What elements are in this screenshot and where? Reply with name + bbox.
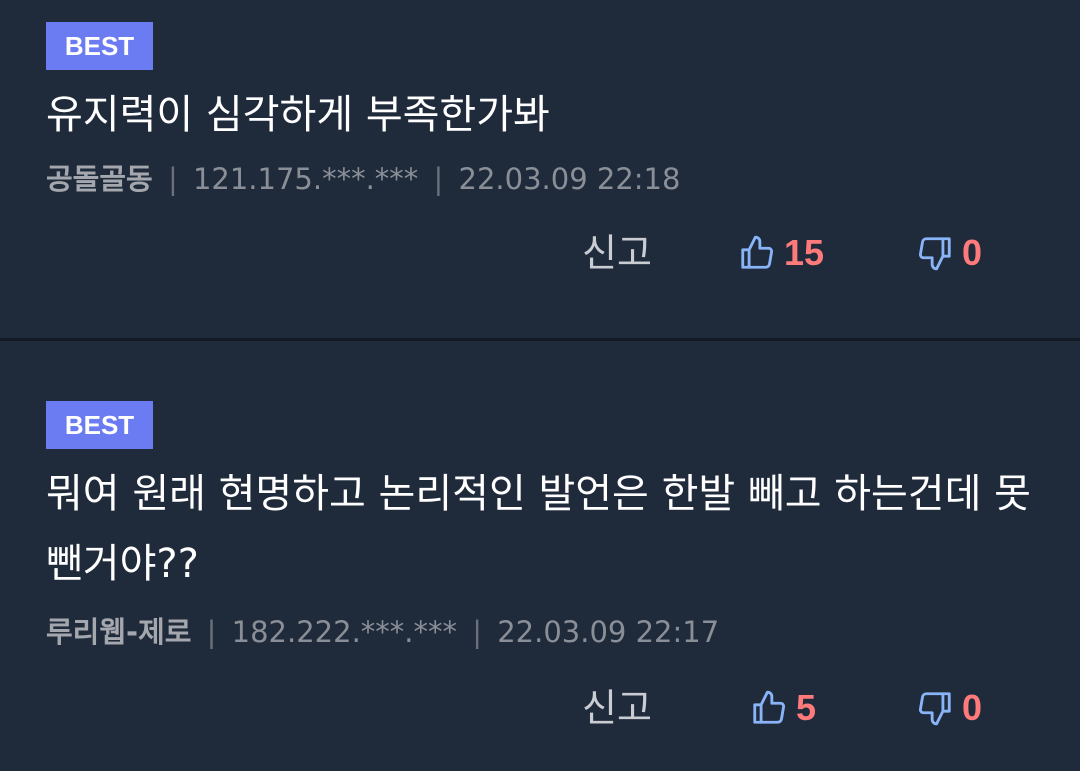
comment-item: BEST 뭐여 원래 현명하고 논리적인 발언은 한발 빼고 하는건데 못뺀거야… bbox=[0, 341, 1080, 771]
thumbs-up-icon bbox=[753, 690, 786, 724]
comment-ip: 121.175.***.*** bbox=[192, 162, 419, 196]
best-badge: BEST bbox=[46, 401, 153, 449]
meta-separator: | bbox=[472, 615, 483, 649]
comment-actions: 신고 15 0 bbox=[0, 228, 1080, 278]
like-count: 5 bbox=[796, 687, 817, 728]
dislike-count: 0 bbox=[962, 687, 983, 728]
best-badge: BEST bbox=[46, 22, 153, 70]
comment-actions: 신고 5 0 bbox=[0, 683, 1080, 733]
comment-text: 뭐여 원래 현명하고 논리적인 발언은 한발 빼고 하는건데 못뺀거야?? bbox=[46, 471, 1031, 587]
dislike-button[interactable]: 0 bbox=[916, 683, 982, 733]
comment-meta: 공돌골동 | 121.175.***.*** | 22.03.09 22:18 bbox=[46, 156, 680, 198]
comment-item: BEST 유지력이 심각하게 부족한가봐 공돌골동 | 121.175.***.… bbox=[0, 0, 1080, 338]
report-button[interactable]: 신고 bbox=[582, 683, 652, 733]
comment-ip: 182.222.***.*** bbox=[231, 615, 458, 649]
comment-text: 유지력이 심각하게 부족한가봐 bbox=[46, 92, 550, 138]
meta-separator: | bbox=[206, 615, 217, 649]
like-button[interactable]: 5 bbox=[750, 683, 816, 733]
dislike-count: 0 bbox=[962, 232, 983, 273]
comment-time: 22.03.09 22:18 bbox=[458, 162, 681, 196]
report-button[interactable]: 신고 bbox=[582, 228, 652, 278]
comment-author[interactable]: 루리웹-제로 bbox=[46, 615, 191, 649]
comment-author[interactable]: 공돌골동 bbox=[46, 162, 153, 196]
like-button[interactable]: 15 bbox=[738, 228, 824, 278]
thumbs-down-icon bbox=[918, 692, 951, 726]
comment-time: 22.03.09 22:17 bbox=[497, 615, 720, 649]
meta-separator: | bbox=[433, 162, 444, 196]
thumbs-down-icon bbox=[918, 237, 951, 271]
like-count: 15 bbox=[784, 232, 825, 273]
thumbs-up-icon bbox=[741, 235, 774, 269]
comment-meta: 루리웹-제로 | 182.222.***.*** | 22.03.09 22:1… bbox=[46, 609, 719, 651]
dislike-button[interactable]: 0 bbox=[916, 228, 982, 278]
meta-separator: | bbox=[167, 162, 178, 196]
